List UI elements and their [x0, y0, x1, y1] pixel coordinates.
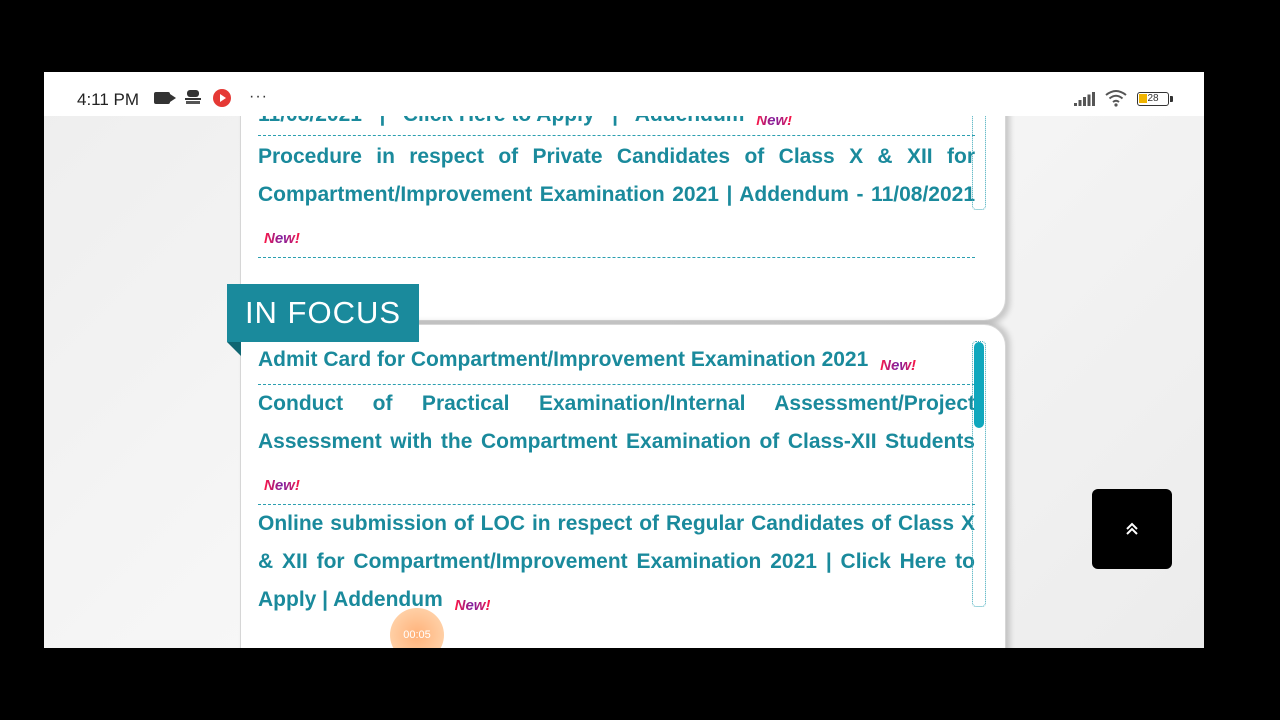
notices-list[interactable]: 11/08/2021 | Click Here to Apply | Adden… [258, 102, 975, 258]
list-item[interactable]: Procedure in respect of Private Candidat… [258, 138, 975, 258]
in-focus-list[interactable]: Admit Card for Compartment/Improvement E… [258, 341, 975, 624]
signal-icon [1074, 92, 1095, 106]
in-focus-card: Admit Card for Compartment/Improvement E… [240, 324, 1006, 648]
phone-screen: 4:11 PM ··· 28 11/08/2021 | [44, 72, 1204, 648]
scrollbar-thumb[interactable] [974, 342, 984, 428]
notice-link[interactable]: Conduct of Practical Examination/Interna… [258, 392, 975, 453]
battery-level: 28 [1147, 93, 1159, 104]
new-badge: New! [264, 230, 300, 247]
list-item[interactable]: Admit Card for Compartment/Improvement E… [258, 341, 975, 385]
more-icon: ··· [249, 88, 268, 105]
ribbon-tail [227, 342, 241, 356]
new-badge: New! [880, 357, 916, 374]
notice-link[interactable]: Admit Card for Compartment/Improvement E… [258, 348, 868, 371]
notice-link[interactable]: Online submission of LOC in respect of R… [258, 512, 975, 611]
notice-link[interactable]: Procedure in respect of Private Candidat… [258, 145, 975, 206]
list-item[interactable]: Conduct of Practical Examination/Interna… [258, 385, 975, 505]
emblem-icon [185, 90, 201, 104]
video-recorder-icon [154, 92, 176, 104]
new-badge: New! [454, 597, 491, 614]
wifi-icon [1105, 90, 1127, 107]
scrollbar[interactable] [972, 341, 986, 607]
double-chevron-up-icon [1126, 522, 1138, 535]
list-item[interactable]: Online submission of LOC in respect of R… [258, 505, 975, 624]
section-title-in-focus: IN FOCUS [227, 284, 419, 342]
battery-icon: 28 [1137, 92, 1173, 106]
status-bar: 4:11 PM ··· 28 [44, 72, 1204, 116]
scroll-to-top-button[interactable] [1092, 489, 1172, 569]
screen-recorder-icon [213, 89, 231, 107]
status-time: 4:11 PM [77, 90, 140, 109]
new-badge: New! [264, 477, 300, 494]
